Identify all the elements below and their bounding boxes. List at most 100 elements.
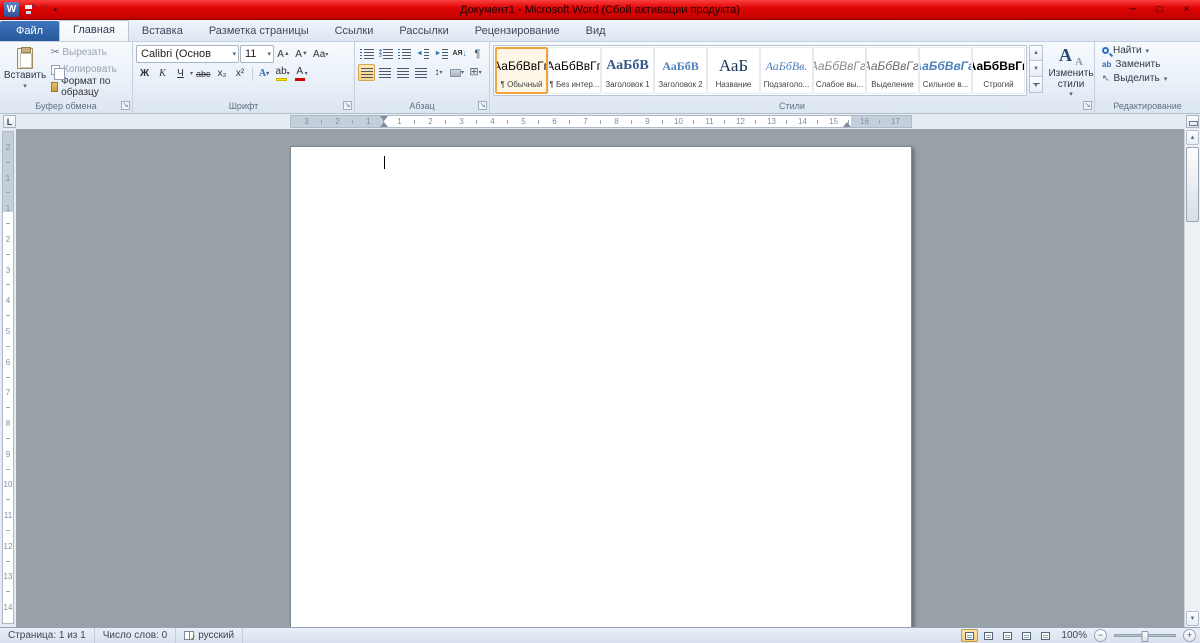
status-bar: Страница: 1 из 1 Число слов: 0 ✓ русский… (0, 627, 1200, 643)
view-draft-button[interactable] (1037, 629, 1054, 642)
tab-stop-selector[interactable]: L (3, 115, 16, 128)
right-indent-marker[interactable] (843, 122, 851, 127)
font-color-button[interactable]: А ▾ (293, 65, 310, 82)
style-subtitle[interactable]: АаБбВв. Подзаголо... (760, 47, 813, 94)
show-marks-button[interactable]: ¶ (469, 45, 486, 62)
tab-insert[interactable]: Вставка (129, 21, 196, 41)
select-button[interactable]: ↖ Выделить ▾ (1102, 73, 1167, 84)
text-effects-button[interactable]: А ▾ (256, 65, 273, 82)
text-cursor (384, 156, 385, 169)
bullets-button[interactable] (358, 45, 376, 62)
zoom-slider[interactable] (1114, 631, 1176, 642)
close-button[interactable]: × (1173, 1, 1200, 19)
align-center-button[interactable] (376, 64, 393, 81)
style-heading2[interactable]: АаБбВ Заголовок 2 (654, 47, 707, 94)
tab-file[interactable]: Файл (0, 21, 60, 41)
style-subtle-emphasis[interactable]: АаБбВвГг. Слабое вы... (813, 47, 866, 94)
vertical-scrollbar[interactable]: ▲ ▼ (1184, 129, 1200, 627)
font-name-combobox[interactable]: Calibri (Основ ▾ (136, 45, 239, 63)
font-color-dropdown-icon: ▾ (304, 71, 308, 77)
underline-button[interactable]: Ч (172, 65, 189, 82)
word-logo-icon[interactable]: W (4, 2, 19, 17)
borders-icon: ⊞ (469, 66, 479, 78)
styles-more-button[interactable]: ▼ (1029, 77, 1043, 93)
numbering-button[interactable]: 1 2 3 (377, 45, 395, 62)
left-indent-marker[interactable] (380, 122, 388, 127)
vertical-ruler[interactable]: 2 1 1 2 3 4 5 6 7 8 9 10 11 12 13 14 (2, 131, 14, 624)
first-line-indent-marker[interactable] (380, 116, 388, 121)
qat-dropdown-button[interactable]: ▾ (53, 6, 57, 14)
style-emphasis[interactable]: АаБбВвГг. Выделение (866, 47, 919, 94)
word-count-indicator[interactable]: Число слов: 0 (95, 628, 177, 643)
styles-scroll-up-button[interactable]: ▲ (1029, 45, 1043, 61)
align-right-button[interactable] (394, 64, 411, 81)
style-normal[interactable]: АаБбВвГг, ¶ Обычный (495, 47, 548, 94)
tab-home[interactable]: Главная (59, 20, 129, 41)
format-painter-button[interactable]: Формат по образцу (49, 76, 129, 98)
horizontal-ruler[interactable]: 3 2 1 1 2 3 4 5 6 7 8 9 10 11 12 13 14 15 16 17 (290, 115, 912, 128)
line-spacing-button[interactable]: ↕ ▾ (430, 64, 447, 81)
tab-review[interactable]: Рецензирование (462, 21, 573, 41)
language-indicator[interactable]: ✓ русский (176, 628, 244, 643)
justify-button[interactable] (412, 64, 429, 81)
decrease-indent-button[interactable]: ◄ (414, 45, 432, 62)
tab-references[interactable]: Ссылки (322, 21, 387, 41)
paragraph-dialog-launcher[interactable]: ↘ (478, 101, 487, 110)
font-size-combobox[interactable]: 11 ▾ (240, 45, 274, 63)
ruler-toggle-button[interactable] (1186, 115, 1199, 128)
style-strong[interactable]: АаБбВвГг, Строгий (972, 47, 1025, 94)
sort-button[interactable]: АЯ ↓ (451, 45, 468, 62)
italic-button[interactable]: К (154, 65, 171, 82)
align-left-button[interactable] (358, 64, 375, 81)
underline-dropdown-icon[interactable]: ▾ (190, 70, 193, 77)
borders-button[interactable]: ⊞ ▾ (467, 64, 484, 81)
scrollbar-thumb[interactable] (1186, 147, 1199, 222)
styles-scroll-down-button[interactable]: ▼ (1029, 61, 1043, 77)
zoom-level-button[interactable]: 100% (1056, 630, 1092, 641)
page-count-indicator[interactable]: Страница: 1 из 1 (0, 628, 95, 643)
view-fullscreen-reading-button[interactable] (980, 629, 997, 642)
replace-button[interactable]: ab Заменить (1102, 59, 1167, 70)
strikethrough-button[interactable]: abc (194, 65, 213, 82)
find-button[interactable]: Найти ▾ (1102, 45, 1167, 56)
subscript-button[interactable]: x₂ (214, 65, 231, 82)
document-page[interactable] (290, 146, 912, 627)
view-outline-button[interactable] (1018, 629, 1035, 642)
clipboard-dialog-launcher[interactable]: ↘ (121, 101, 130, 110)
change-styles-button[interactable]: А А Изменить стили ▾ (1045, 45, 1097, 98)
zoom-in-button[interactable]: + (1183, 629, 1196, 642)
view-print-layout-button[interactable] (961, 629, 979, 642)
scroll-up-button[interactable]: ▲ (1186, 130, 1199, 145)
tab-mailings[interactable]: Рассылки (386, 21, 461, 41)
style-heading1[interactable]: АаБбВ Заголовок 1 (601, 47, 654, 94)
view-web-layout-button[interactable] (999, 629, 1016, 642)
style-no-spacing[interactable]: АаБбВвГг, ¶ Без интер... (548, 47, 601, 94)
increase-indent-button[interactable]: ► (432, 45, 450, 62)
highlight-button[interactable]: ab ▾ (274, 65, 292, 82)
style-title[interactable]: АаБ Название (707, 47, 760, 94)
paste-dropdown-icon: ▾ (23, 83, 27, 90)
bold-button[interactable]: Ж (136, 65, 153, 82)
font-dialog-launcher[interactable]: ↘ (343, 101, 352, 110)
minimize-button[interactable]: ─ (1119, 1, 1146, 19)
redo-button[interactable]: ↷ (40, 4, 49, 15)
tab-page-layout[interactable]: Разметка страницы (196, 21, 322, 41)
styles-dialog-launcher[interactable]: ↘ (1083, 101, 1092, 110)
multilevel-list-button[interactable] (396, 45, 413, 62)
scroll-down-button[interactable]: ▼ (1186, 611, 1199, 626)
grow-font-button[interactable]: А ▲ (275, 46, 292, 63)
shrink-font-button[interactable]: А ▼ (293, 46, 310, 63)
maximize-button[interactable]: □ (1146, 1, 1173, 19)
shading-button[interactable]: ▾ (448, 64, 466, 81)
cut-button[interactable]: ✂ Вырезать (49, 45, 129, 60)
scrollbar-track[interactable] (1185, 146, 1200, 611)
superscript-button[interactable]: x² (232, 65, 249, 82)
style-intense-emphasis[interactable]: АаБбВвГг. Сильное в... (919, 47, 972, 94)
paste-button[interactable]: Вставить ▾ (3, 45, 47, 93)
ribbon-tab-row: Файл Главная Вставка Разметка страницы С… (0, 20, 1200, 42)
change-case-button[interactable]: Аа ▾ (311, 46, 330, 63)
justify-icon (414, 67, 427, 78)
zoom-out-button[interactable]: − (1094, 629, 1107, 642)
zoom-slider-thumb[interactable] (1141, 631, 1149, 642)
tab-view[interactable]: Вид (573, 21, 619, 41)
